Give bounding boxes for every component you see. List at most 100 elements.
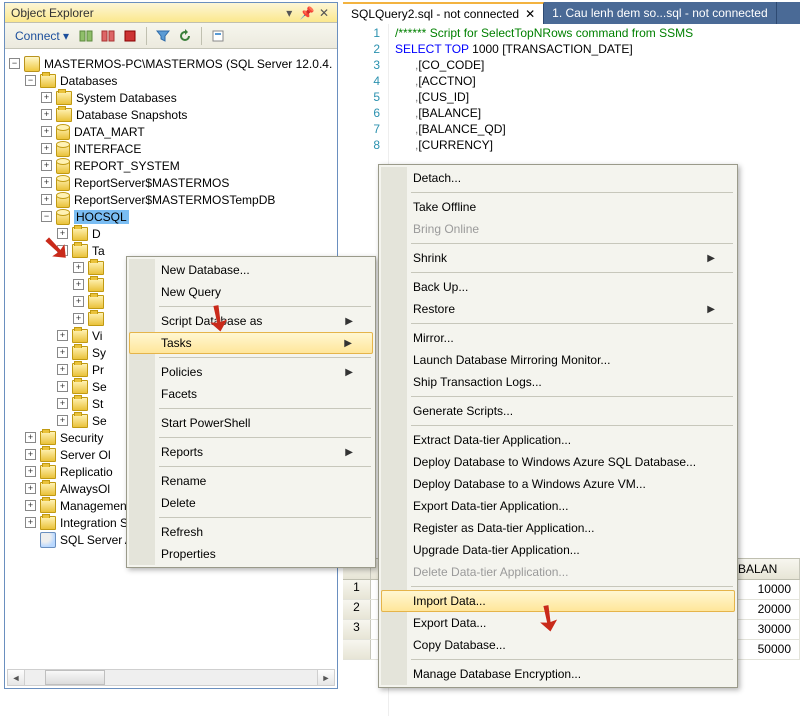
refresh-icon[interactable] — [176, 27, 194, 45]
submenu-arrow-icon: ▶ — [707, 304, 715, 315]
menu-item-start-powershell[interactable]: Start PowerShell — [129, 412, 373, 434]
connect-icon[interactable] — [77, 27, 95, 45]
menu-item-label: Facets — [161, 387, 197, 401]
code-line: /****** Script for SelectTopNRows comman… — [395, 26, 693, 40]
database-icon — [56, 175, 70, 191]
menu-item-deploy-database-to-a-windows-azure-vm[interactable]: Deploy Database to a Windows Azure VM... — [381, 473, 735, 495]
code-kw: TOP — [441, 42, 468, 56]
column-header[interactable]: BALAN — [730, 559, 800, 579]
menu-item-new-database[interactable]: New Database... — [129, 259, 373, 281]
folder-label: Management — [60, 499, 130, 513]
server-icon — [24, 56, 40, 72]
cell: 50000 — [730, 640, 800, 659]
folder-label: System Databases — [76, 91, 177, 105]
menu-item-copy-database[interactable]: Copy Database... — [381, 634, 735, 656]
folder-label: St — [92, 397, 103, 411]
folder-icon — [40, 482, 56, 496]
server-node[interactable]: −MASTERMOS-PC\MASTERMOS (SQL Server 12.0… — [9, 55, 333, 72]
menu-item-import-data[interactable]: Import Data... — [381, 590, 735, 612]
cell: 30000 — [730, 620, 800, 639]
pin-icon[interactable]: 📌 — [300, 3, 314, 23]
menu-item-label: Bring Online — [413, 222, 479, 236]
menu-item-script-database-as[interactable]: Script Database as▶ — [129, 310, 373, 332]
menu-item-restore[interactable]: Restore▶ — [381, 298, 735, 320]
db-node[interactable]: +ReportServer$MASTERMOSTempDB — [9, 191, 333, 208]
menu-item-label: Export Data-tier Application... — [413, 499, 568, 513]
menu-item-ship-transaction-logs[interactable]: Ship Transaction Logs... — [381, 371, 735, 393]
menu-item-refresh[interactable]: Refresh — [129, 521, 373, 543]
menu-item-label: Back Up... — [413, 280, 468, 294]
database-icon — [56, 141, 70, 157]
database-icon — [56, 192, 70, 208]
menu-item-shrink[interactable]: Shrink▶ — [381, 247, 735, 269]
db-node[interactable]: +INTERFACE — [9, 140, 333, 157]
connect-button[interactable]: Connect ▾ — [11, 27, 73, 45]
folder-icon — [56, 108, 72, 122]
scroll-left-icon[interactable]: ◄ — [8, 670, 25, 685]
menu-item-take-offline[interactable]: Take Offline — [381, 196, 735, 218]
menu-item-manage-database-encryption[interactable]: Manage Database Encryption... — [381, 663, 735, 685]
stop-icon[interactable] — [121, 27, 139, 45]
menu-item-register-as-data-tier-application[interactable]: Register as Data-tier Application... — [381, 517, 735, 539]
snapshots-folder[interactable]: +Database Snapshots — [9, 106, 333, 123]
menu-item-export-data-tier-application[interactable]: Export Data-tier Application... — [381, 495, 735, 517]
databases-folder[interactable]: −Databases — [9, 72, 333, 89]
code-kw: SELECT — [395, 42, 441, 56]
tab-inactive[interactable]: 1. Cau lenh dem so...sql - not connected — [544, 2, 776, 24]
menu-item-mirror[interactable]: Mirror... — [381, 327, 735, 349]
menu-item-launch-database-mirroring-monitor[interactable]: Launch Database Mirroring Monitor... — [381, 349, 735, 371]
folder-icon — [88, 278, 104, 292]
menu-item-label: Upgrade Data-tier Application... — [413, 543, 580, 557]
menu-item-back-up[interactable]: Back Up... — [381, 276, 735, 298]
filter-icon[interactable] — [154, 27, 172, 45]
pane-controls: ▾ 📌 ✕ — [282, 3, 331, 23]
folder-icon — [72, 329, 88, 343]
menu-item-extract-data-tier-application[interactable]: Extract Data-tier Application... — [381, 429, 735, 451]
menu-item-delete-data-tier-application[interactable]: Delete Data-tier Application... — [381, 561, 735, 583]
menu-separator — [159, 517, 371, 518]
folder-icon — [40, 431, 56, 445]
menu-item-new-query[interactable]: New Query — [129, 281, 373, 303]
menu-item-policies[interactable]: Policies▶ — [129, 361, 373, 383]
db-node[interactable]: +DATA_MART — [9, 123, 333, 140]
menu-item-generate-scripts[interactable]: Generate Scripts... — [381, 400, 735, 422]
scroll-right-icon[interactable]: ► — [317, 670, 334, 685]
close-icon[interactable]: ✕ — [525, 7, 535, 21]
folder-label: Security — [60, 431, 103, 445]
menu-item-tasks[interactable]: Tasks▶ — [129, 332, 373, 354]
menu-item-label: Export Data... — [413, 616, 486, 630]
properties-icon[interactable] — [209, 27, 227, 45]
menu-item-reports[interactable]: Reports▶ — [129, 441, 373, 463]
disconnect-icon[interactable] — [99, 27, 117, 45]
cell: 20000 — [730, 600, 800, 619]
submenu-arrow-icon: ▶ — [345, 447, 353, 458]
menu-item-upgrade-data-tier-application[interactable]: Upgrade Data-tier Application... — [381, 539, 735, 561]
horizontal-scrollbar[interactable]: ◄ ► — [7, 669, 335, 686]
cell: 10000 — [730, 580, 800, 599]
menu-item-detach[interactable]: Detach... — [381, 167, 735, 189]
menu-item-facets[interactable]: Facets — [129, 383, 373, 405]
tab-active[interactable]: SQLQuery2.sql - not connected✕ — [343, 2, 544, 24]
menu-item-label: Mirror... — [413, 331, 454, 345]
db-label: REPORT_SYSTEM — [74, 159, 180, 173]
db-node[interactable]: +REPORT_SYSTEM — [9, 157, 333, 174]
db-node-selected[interactable]: −HOCSQL — [9, 208, 333, 225]
menu-item-deploy-database-to-windows-azure-sql-database[interactable]: Deploy Database to Windows Azure SQL Dat… — [381, 451, 735, 473]
db-node[interactable]: +ReportServer$MASTERMOS — [9, 174, 333, 191]
scroll-thumb[interactable] — [45, 670, 105, 685]
close-icon[interactable]: ✕ — [317, 3, 331, 23]
pin-icon[interactable]: ▾ — [282, 3, 296, 23]
menu-item-rename[interactable]: Rename — [129, 470, 373, 492]
folder-icon — [72, 380, 88, 394]
menu-item-export-data[interactable]: Export Data... — [381, 612, 735, 634]
menu-item-properties[interactable]: Properties — [129, 543, 373, 565]
menu-item-label: Manage Database Encryption... — [413, 667, 581, 681]
menu-item-delete[interactable]: Delete — [129, 492, 373, 514]
db-label: ReportServer$MASTERMOS — [74, 176, 229, 190]
subfolder[interactable]: +D — [9, 225, 333, 242]
folder-label: Vi — [92, 329, 102, 343]
sys-db-folder[interactable]: +System Databases — [9, 89, 333, 106]
menu-item-bring-online[interactable]: Bring Online — [381, 218, 735, 240]
folder-icon — [40, 516, 56, 530]
db-label: INTERFACE — [74, 142, 141, 156]
